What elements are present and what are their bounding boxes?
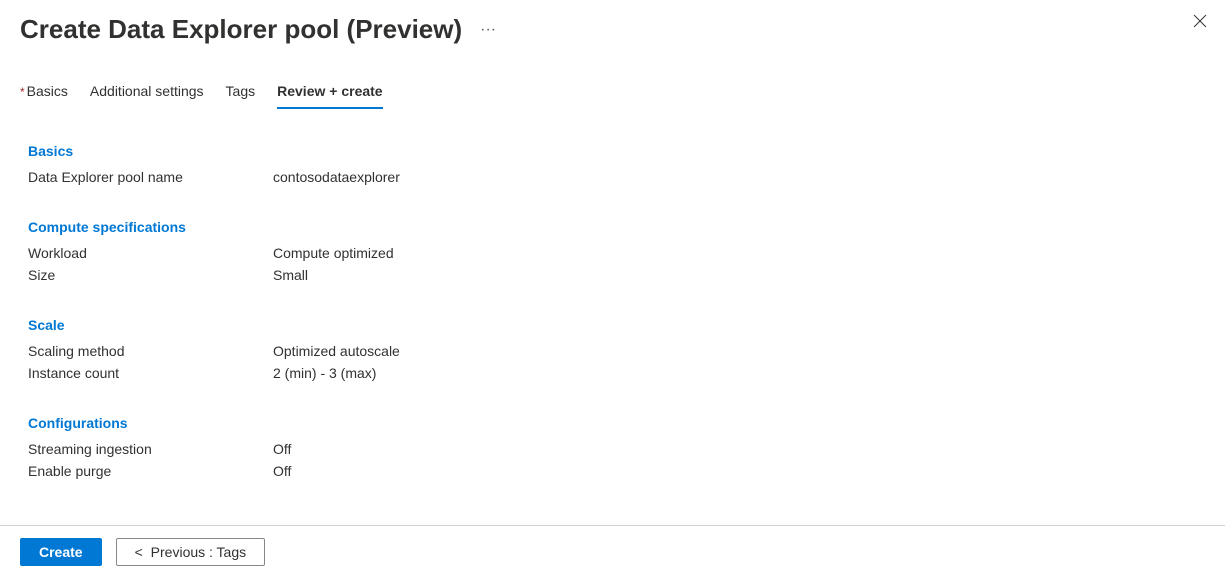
streaming-ingestion-label: Streaming ingestion [28,441,273,457]
tab-tags-label: Tags [226,83,256,99]
tab-review-create[interactable]: Review + create [277,83,382,109]
row-size: Size Small [28,267,1205,283]
instance-count-value: 2 (min) - 3 (max) [273,365,376,381]
tab-tags[interactable]: Tags [226,83,256,109]
scaling-method-label: Scaling method [28,343,273,359]
row-streaming-ingestion: Streaming ingestion Off [28,441,1205,457]
previous-button[interactable]: < Previous : Tags [116,538,266,566]
streaming-ingestion-value: Off [273,441,291,457]
close-icon[interactable] [1193,12,1207,32]
create-button[interactable]: Create [20,538,102,566]
workload-label: Workload [28,245,273,261]
tab-additional-settings[interactable]: Additional settings [90,83,204,109]
previous-button-label: Previous : Tags [151,544,246,560]
page-title: Create Data Explorer pool (Preview) [20,14,462,45]
section-header-basics: Basics [28,143,1205,159]
more-icon[interactable]: ··· [476,18,500,42]
row-pool-name: Data Explorer pool name contosodataexplo… [28,169,1205,185]
enable-purge-label: Enable purge [28,463,273,479]
chevron-left-icon: < [135,544,143,560]
pool-name-label: Data Explorer pool name [28,169,273,185]
instance-count-label: Instance count [28,365,273,381]
enable-purge-value: Off [273,463,291,479]
tabs: * Basics Additional settings Tags Review… [0,53,1225,109]
section-header-compute: Compute specifications [28,219,1205,235]
row-instance-count: Instance count 2 (min) - 3 (max) [28,365,1205,381]
section-header-scale: Scale [28,317,1205,333]
tab-additional-settings-label: Additional settings [90,83,204,99]
row-enable-purge: Enable purge Off [28,463,1205,479]
required-asterisk: * [20,85,25,99]
footer: Create < Previous : Tags [0,525,1225,578]
pool-name-value: contosodataexplorer [273,169,400,185]
tab-review-create-label: Review + create [277,83,382,99]
row-scaling-method: Scaling method Optimized autoscale [28,343,1205,359]
size-value: Small [273,267,308,283]
workload-value: Compute optimized [273,245,394,261]
review-content: Basics Data Explorer pool name contosoda… [0,143,1225,575]
tab-basics[interactable]: * Basics [20,83,68,109]
scaling-method-value: Optimized autoscale [273,343,400,359]
section-header-configurations: Configurations [28,415,1205,431]
tab-basics-label: Basics [27,83,68,99]
size-label: Size [28,267,273,283]
row-workload: Workload Compute optimized [28,245,1205,261]
